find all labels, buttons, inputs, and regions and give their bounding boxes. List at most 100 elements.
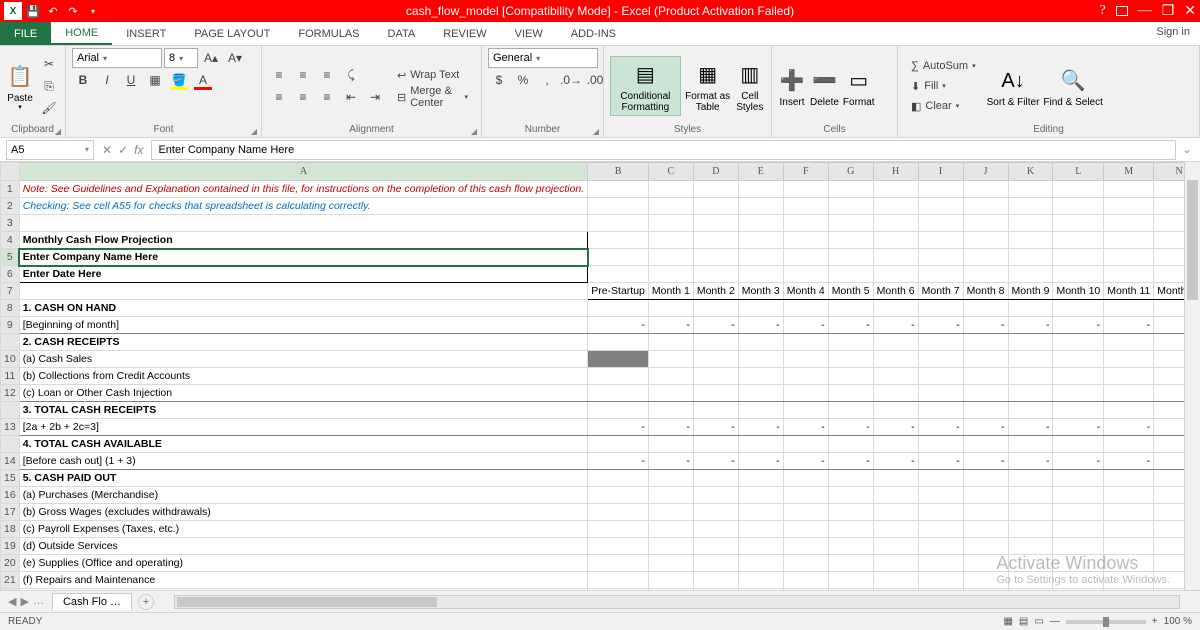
cell[interactable] [828,555,873,572]
cell[interactable] [1053,487,1104,504]
zoom-level[interactable]: 100 % [1164,616,1192,627]
cell[interactable] [873,351,918,368]
cell[interactable] [783,487,828,504]
column-header-G[interactable]: G [828,163,873,181]
cell[interactable] [783,572,828,589]
cell[interactable] [828,249,873,266]
cell-styles-button[interactable]: ▥ Cell Styles [735,59,765,113]
cell[interactable] [1008,181,1053,198]
cell[interactable] [693,368,738,385]
cell[interactable]: 4. TOTAL CASH AVAILABLE [19,436,588,453]
sheet-nav-prev-icon[interactable]: ◀ [8,595,16,608]
cell[interactable] [1008,385,1053,402]
font-size-combo[interactable]: 8▾ [164,48,198,68]
cell[interactable] [873,232,918,249]
cell[interactable] [648,487,693,504]
cell[interactable] [693,521,738,538]
cell[interactable] [588,470,649,487]
cell[interactable] [963,351,1008,368]
cell[interactable] [828,351,873,368]
cell[interactable]: - [873,419,918,436]
worksheet-grid[interactable]: ABCDEFGHIJKLMNOPQ1Note: See Guidelines a… [0,162,1200,590]
cell[interactable] [963,266,1008,283]
cell[interactable]: - [918,419,963,436]
view-pagelayout-icon[interactable]: ▤ [1019,616,1028,627]
cell[interactable] [1053,470,1104,487]
cell[interactable] [1053,436,1104,453]
qat-dropdown-icon[interactable]: ▾ [84,2,102,20]
cell[interactable] [918,555,963,572]
cell[interactable] [1053,385,1104,402]
cell[interactable]: - [1008,419,1053,436]
wrap-text-button[interactable]: ↩Wrap Text [390,65,475,85]
cell[interactable] [738,436,783,453]
align-center-icon[interactable]: ≡ [292,87,314,107]
cell[interactable] [738,232,783,249]
cell[interactable] [873,538,918,555]
cell[interactable]: Pre-Startup [588,283,649,300]
percent-icon[interactable]: % [512,70,534,90]
name-box[interactable]: A5▾ [6,140,94,160]
cell[interactable] [918,181,963,198]
cell[interactable] [588,487,649,504]
cell[interactable] [783,181,828,198]
row-header[interactable]: 3 [1,215,20,232]
cell[interactable] [873,572,918,589]
minimize-icon[interactable]: — [1138,3,1152,19]
cell[interactable] [648,334,693,351]
cell[interactable] [738,470,783,487]
cell[interactable]: - [693,419,738,436]
row-header[interactable] [1,334,20,351]
cell[interactable] [648,198,693,215]
row-header[interactable]: 4 [1,232,20,249]
cell[interactable] [1053,266,1104,283]
cell[interactable] [828,198,873,215]
cell[interactable] [648,300,693,317]
cell[interactable] [1053,402,1104,419]
cell[interactable]: - [1008,453,1053,470]
cell[interactable] [918,249,963,266]
cell[interactable]: (a) Purchases (Merchandise) [19,487,588,504]
cell[interactable] [1053,351,1104,368]
cell[interactable] [738,487,783,504]
increase-indent-icon[interactable]: ⇥ [364,87,386,107]
cell[interactable] [1008,198,1053,215]
cell[interactable]: - [1104,419,1154,436]
cell[interactable] [1008,470,1053,487]
undo-icon[interactable]: ↶ [44,2,62,20]
cell[interactable] [588,334,649,351]
cell[interactable] [963,300,1008,317]
cell[interactable]: - [873,453,918,470]
cell[interactable] [963,504,1008,521]
cell[interactable] [963,198,1008,215]
cell[interactable] [648,538,693,555]
cell[interactable] [873,521,918,538]
tab-view[interactable]: VIEW [501,22,557,45]
cancel-formula-icon[interactable]: ✕ [102,143,112,157]
column-header-A[interactable]: A [19,163,588,181]
cell[interactable]: Month 4 [783,283,828,300]
cell[interactable] [588,300,649,317]
cell[interactable] [783,436,828,453]
cell[interactable] [783,198,828,215]
column-header-H[interactable]: H [873,163,918,181]
tab-data[interactable]: DATA [374,22,430,45]
cell[interactable] [1104,487,1154,504]
cell[interactable] [588,351,649,368]
cell[interactable] [783,402,828,419]
cell[interactable] [1104,504,1154,521]
cell[interactable]: - [783,317,828,334]
cell[interactable]: [Before cash out] (1 + 3) [19,453,588,470]
cell[interactable] [783,385,828,402]
view-pagebreak-icon[interactable]: ▭ [1034,616,1043,627]
cell[interactable]: - [828,419,873,436]
column-header-K[interactable]: K [1008,163,1053,181]
cell[interactable] [918,504,963,521]
cell[interactable] [828,436,873,453]
cell[interactable] [588,385,649,402]
cell[interactable] [828,538,873,555]
restore-icon[interactable]: ❐ [1162,3,1175,20]
cell[interactable] [693,215,738,232]
cell[interactable] [828,504,873,521]
cell[interactable] [1008,504,1053,521]
